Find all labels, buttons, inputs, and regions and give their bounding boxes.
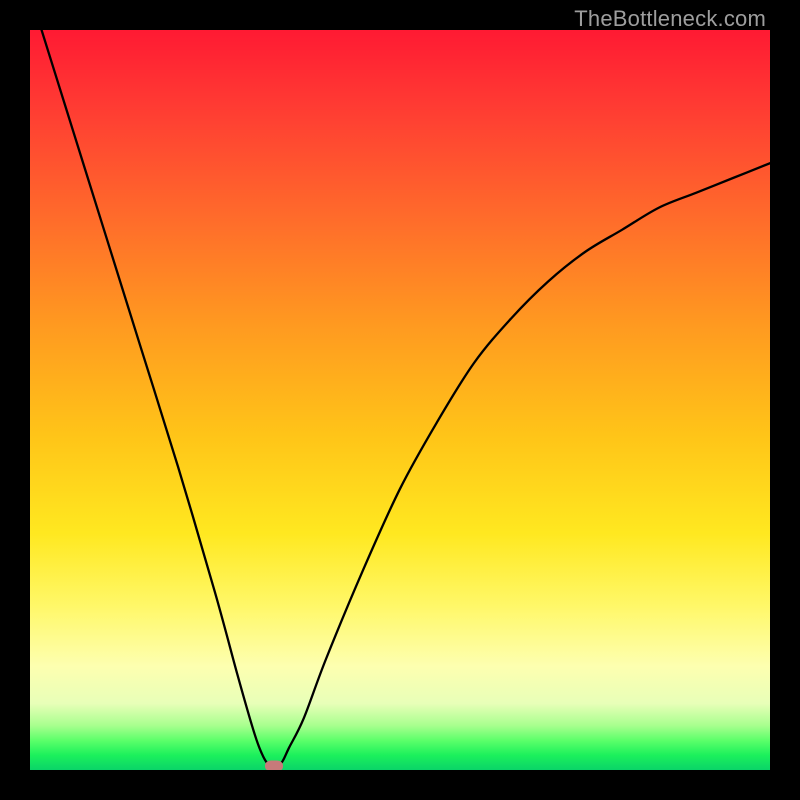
minimum-marker-icon <box>265 761 283 770</box>
chart-frame: TheBottleneck.com <box>0 0 800 800</box>
watermark-label: TheBottleneck.com <box>574 6 766 32</box>
plot-area <box>30 30 770 770</box>
bottleneck-curve <box>30 30 770 770</box>
